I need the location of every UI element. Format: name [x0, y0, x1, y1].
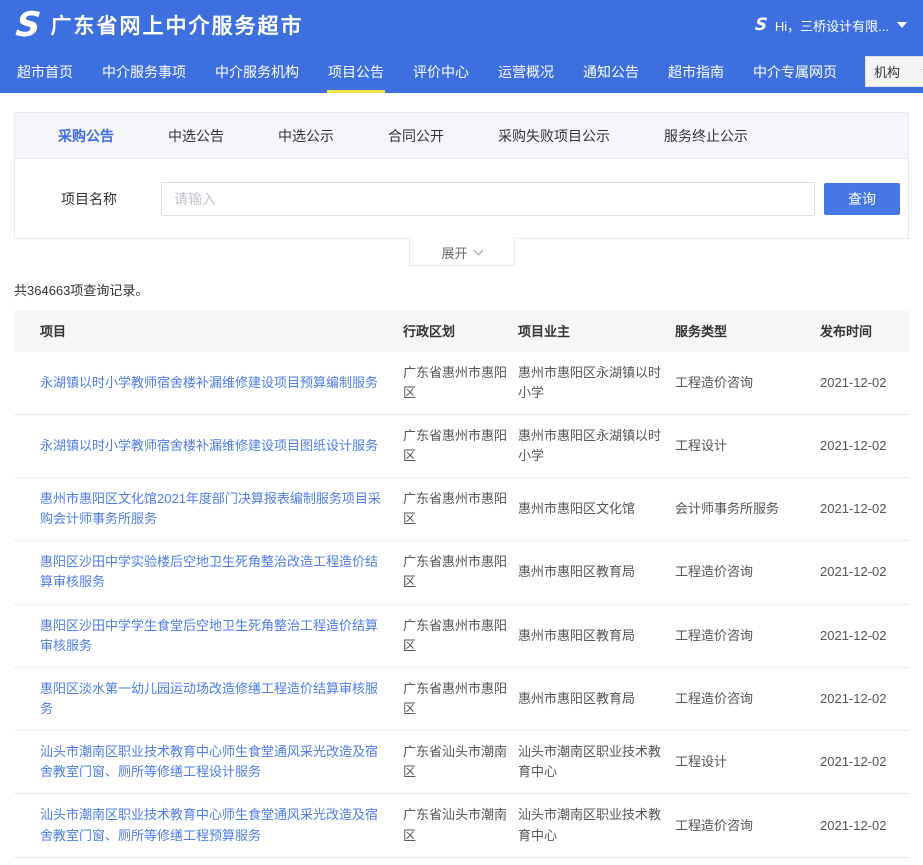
owner-cell: 汕头市潮南区职业技术教育中心	[518, 731, 675, 794]
publish-date-cell: 2021-12-02	[820, 731, 909, 794]
col-header-service-type: 服务类型	[675, 311, 820, 351]
user-menu[interactable]: S Hi，三桥设计有限...	[755, 16, 907, 35]
owner-cell: 惠州市惠阳区教育局	[518, 541, 675, 604]
search-category-value: 机构	[874, 62, 900, 81]
service-type-cell: 工程造价咨询	[675, 857, 820, 865]
service-type-cell: 工程造价咨询	[675, 794, 820, 857]
nav-item-project-announcements[interactable]: 项目公告	[327, 50, 385, 93]
region-cell: 广东省惠州市惠阳区	[403, 541, 518, 604]
table-row: 永湖镇以时小学教师宿舍楼补漏维修建设项目图纸设计服务 广东省惠州市惠阳区 惠州市…	[14, 414, 909, 477]
project-link[interactable]: 惠阳区沙田中学实验楼后空地卫生死角整治改造工程造价结算审核服务	[40, 554, 378, 589]
expand-chevron-down-icon	[473, 245, 483, 255]
tab-selection-publicity[interactable]: 中选公示	[251, 126, 361, 146]
app-header: S 广东省网上中介服务超市 S Hi，三桥设计有限...	[0, 0, 923, 50]
table-row: 惠阳区沙田中学学生食堂后空地卫生死角整治工程造价结算审核服务 广东省惠州市惠阳区…	[14, 604, 909, 667]
publish-date-cell: 2021-12-02	[820, 414, 909, 477]
table-row: 潮南区司马浦镇大布上社区居民委员会大布上小学地面硬化及排水系统建设项目预算服务 …	[14, 857, 909, 865]
query-button[interactable]: 查询	[824, 183, 900, 215]
site-title: 广东省网上中介服务超市	[51, 10, 304, 40]
owner-cell: 惠州市惠阳区教育局	[518, 604, 675, 667]
announcement-tabs: 采购公告 中选公告 中选公示 合同公开 采购失败项目公示 服务终止公示	[15, 113, 908, 159]
tab-selection-announcements[interactable]: 中选公告	[141, 126, 251, 146]
tab-purchase-announcements[interactable]: 采购公告	[31, 126, 141, 146]
result-count: 共364663项查询记录。	[14, 280, 909, 299]
project-link[interactable]: 惠阳区沙田中学学生食堂后空地卫生死角整治工程造价结算审核服务	[40, 618, 378, 653]
region-cell: 广东省惠州市惠阳区	[403, 667, 518, 730]
table-row: 汕头市潮南区职业技术教育中心师生食堂通风采光改造及宿舍教室门窗、厕所等修缮工程预…	[14, 794, 909, 857]
nav-item-agencies[interactable]: 中介服务机构	[214, 50, 300, 93]
publish-date-cell: 2021-12-02	[820, 604, 909, 667]
search-category-select[interactable]: 机构	[865, 56, 923, 87]
col-header-region: 行政区划	[403, 311, 518, 351]
col-header-publish-date: 发布时间	[820, 311, 909, 351]
owner-cell: 惠州市惠阳区永湖镇以时小学	[518, 414, 675, 477]
nav-item-guide[interactable]: 超市指南	[667, 50, 725, 93]
nav-item-operations-overview[interactable]: 运营概况	[497, 50, 555, 93]
region-cell: 广东省汕头市潮南区	[403, 731, 518, 794]
table-row: 惠州市惠阳区文化馆2021年度部门决算报表编制服务项目采购会计师事务所服务 广东…	[14, 478, 909, 541]
region-cell: 广东省惠州市惠阳区	[403, 351, 518, 414]
service-type-cell: 工程设计	[675, 731, 820, 794]
nav-item-notices[interactable]: 通知公告	[582, 50, 640, 93]
project-link[interactable]: 惠阳区淡水第一幼儿园运动场改造修缮工程造价结算审核服务	[40, 681, 378, 716]
service-type-cell: 工程造价咨询	[675, 351, 820, 414]
tab-contract-disclosure[interactable]: 合同公开	[361, 126, 471, 146]
project-link[interactable]: 惠州市惠阳区文化馆2021年度部门决算报表编制服务项目采购会计师事务所服务	[40, 491, 381, 526]
region-cell: 广东省惠州市惠阳区	[403, 478, 518, 541]
project-name-input[interactable]	[161, 182, 815, 216]
publish-date-cell: 2021-12-02	[820, 478, 909, 541]
publish-date-cell: 2021-12-02	[820, 794, 909, 857]
project-link[interactable]: 永湖镇以时小学教师宿舍楼补漏维修建设项目图纸设计服务	[40, 438, 378, 453]
filter-form: 项目名称 查询	[15, 159, 908, 238]
table-row: 惠阳区沙田中学实验楼后空地卫生死角整治改造工程造价结算审核服务 广东省惠州市惠阳…	[14, 541, 909, 604]
table-row: 汕头市潮南区职业技术教育中心师生食堂通风采光改造及宿舍教室门窗、厕所等修缮工程设…	[14, 731, 909, 794]
service-type-cell: 工程设计	[675, 414, 820, 477]
tab-service-termination[interactable]: 服务终止公示	[637, 126, 775, 146]
region-cell: 广东省汕头市潮南区	[403, 794, 518, 857]
service-type-cell: 会计师事务所服务	[675, 478, 820, 541]
project-link[interactable]: 汕头市潮南区职业技术教育中心师生食堂通风采光改造及宿舍教室门窗、厕所等修缮工程预…	[40, 807, 378, 842]
table-row: 永湖镇以时小学教师宿舍楼补漏维修建设项目预算编制服务 广东省惠州市惠阳区 惠州市…	[14, 351, 909, 414]
nav-item-agency-pages[interactable]: 中介专属网页	[752, 50, 838, 93]
nav-item-evaluation-center[interactable]: 评价中心	[412, 50, 470, 93]
service-type-cell: 工程造价咨询	[675, 541, 820, 604]
owner-cell: 惠州市惠阳区教育局	[518, 667, 675, 730]
col-header-project: 项目	[14, 311, 403, 351]
owner-cell: 惠州市惠阳区永湖镇以时小学	[518, 351, 675, 414]
publish-date-cell: 2021-12-02	[820, 541, 909, 604]
owner-cell: 惠州市惠阳区文化馆	[518, 478, 675, 541]
site-logo-icon: S	[14, 8, 42, 42]
main-nav: 超市首页 中介服务事项 中介服务机构 项目公告 评价中心 运营概况 通知公告 超…	[0, 50, 923, 93]
service-type-cell: 工程造价咨询	[675, 604, 820, 667]
region-cell: 广东省惠州市惠阳区	[403, 414, 518, 477]
project-name-label: 项目名称	[61, 189, 161, 209]
owner-cell: 汕头市潮南区司马浦镇大布上居民委员会	[518, 857, 675, 865]
region-cell: 广东省汕头市潮南区	[403, 857, 518, 865]
announcement-card: 采购公告 中选公告 中选公示 合同公开 采购失败项目公示 服务终止公示 项目名称…	[14, 112, 909, 239]
project-link[interactable]: 永湖镇以时小学教师宿舍楼补漏维修建设项目预算编制服务	[40, 375, 378, 390]
table-row: 惠阳区淡水第一幼儿园运动场改造修缮工程造价结算审核服务 广东省惠州市惠阳区 惠州…	[14, 667, 909, 730]
nav-item-service-matters[interactable]: 中介服务事项	[101, 50, 187, 93]
col-header-owner: 项目业主	[518, 311, 675, 351]
nav-search: 机构	[865, 50, 923, 93]
user-logo-icon: S	[754, 17, 768, 34]
nav-item-home[interactable]: 超市首页	[16, 50, 74, 93]
region-cell: 广东省惠州市惠阳区	[403, 604, 518, 667]
table-header-row: 项目 行政区划 项目业主 服务类型 发布时间	[14, 311, 909, 351]
user-greeting: Hi，三桥设计有限...	[775, 16, 889, 35]
publish-date-cell: 2021-12-02	[820, 667, 909, 730]
owner-cell: 汕头市潮南区职业技术教育中心	[518, 794, 675, 857]
expand-toggle[interactable]: 展开	[409, 238, 515, 266]
user-caret-down-icon	[897, 22, 907, 28]
results-table: 项目 行政区划 项目业主 服务类型 发布时间 永湖镇以时小学教师宿舍楼补漏维修建…	[14, 311, 909, 865]
tab-failed-projects[interactable]: 采购失败项目公示	[471, 126, 637, 146]
project-link[interactable]: 汕头市潮南区职业技术教育中心师生食堂通风采光改造及宿舍教室门窗、厕所等修缮工程设…	[40, 744, 378, 779]
expand-label: 展开	[441, 243, 467, 262]
service-type-cell: 工程造价咨询	[675, 667, 820, 730]
publish-date-cell: 2021-12-02	[820, 351, 909, 414]
publish-date-cell: 2021-12-02	[820, 857, 909, 865]
